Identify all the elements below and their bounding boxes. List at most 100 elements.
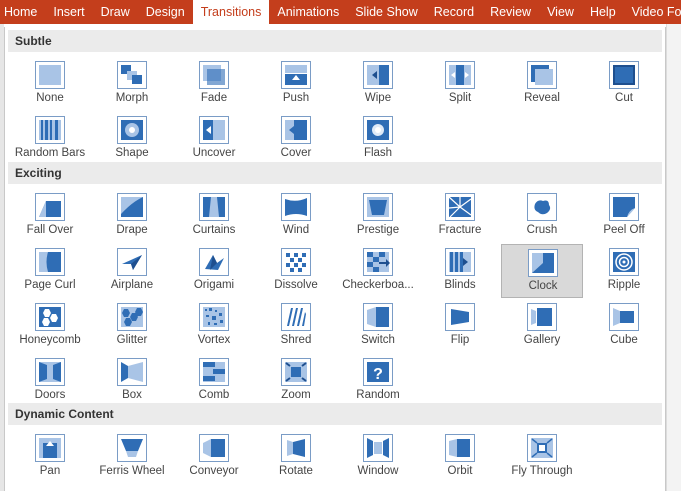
transition-airplane[interactable]: Airplane (91, 244, 173, 298)
fracture-icon (445, 193, 475, 221)
transition-label: Rotate (279, 465, 313, 477)
drape-icon (117, 193, 147, 221)
random-icon: ? (363, 358, 393, 386)
transition-page-curl[interactable]: Page Curl (9, 244, 91, 298)
ferris-wheel-icon (117, 434, 147, 462)
transition-clock[interactable]: Clock (501, 244, 583, 298)
ribbon-tab-view[interactable]: View (539, 0, 582, 24)
transition-wind[interactable]: Wind (255, 189, 337, 243)
transition-fly-through[interactable]: Fly Through (501, 430, 583, 484)
transition-blinds[interactable]: Blinds (419, 244, 501, 298)
transition-reveal[interactable]: Reveal (501, 57, 583, 111)
ribbon-tab-review[interactable]: Review (482, 0, 539, 24)
conveyor-icon (199, 434, 229, 462)
clock-icon (528, 249, 558, 277)
transition-random[interactable]: ? Random (337, 354, 419, 408)
transition-drape[interactable]: Drape (91, 189, 173, 243)
gallery-scrollbar[interactable] (666, 24, 681, 491)
blinds-icon (445, 248, 475, 276)
transition-ferris-wheel[interactable]: Ferris Wheel (91, 430, 173, 484)
transition-cut[interactable]: Cut (583, 57, 665, 111)
ribbon-tab-help[interactable]: Help (582, 0, 624, 24)
section-header-exciting: Exciting (8, 162, 662, 184)
transition-curtains[interactable]: Curtains (173, 189, 255, 243)
transition-label: Checkerboa... (342, 279, 414, 291)
transition-label: Conveyor (189, 465, 239, 477)
transition-pan[interactable]: Pan (9, 430, 91, 484)
origami-icon (199, 248, 229, 276)
push-icon (281, 61, 311, 89)
rotate-icon (281, 434, 311, 462)
transition-label: Comb (198, 389, 230, 401)
transition-label: Split (448, 92, 472, 104)
split-icon (445, 61, 475, 89)
transition-none[interactable]: None (9, 57, 91, 111)
ribbon-tab-slide-show[interactable]: Slide Show (347, 0, 426, 24)
transition-label: Box (122, 389, 142, 401)
transition-vortex[interactable]: Vortex (173, 299, 255, 353)
transition-peel-off[interactable]: Peel Off (583, 189, 665, 243)
transition-cube[interactable]: Cube (583, 299, 665, 353)
ribbon-tab-design[interactable]: Design (138, 0, 193, 24)
transition-random-bars[interactable]: Random Bars (9, 112, 91, 166)
transition-checkerboard[interactable]: Checkerboa... (337, 244, 419, 298)
transition-wipe[interactable]: Wipe (337, 57, 419, 111)
fade-icon (199, 61, 229, 89)
transition-label: Shape (115, 147, 149, 159)
transition-conveyor[interactable]: Conveyor (173, 430, 255, 484)
transition-shape[interactable]: Shape (91, 112, 173, 166)
transition-fracture[interactable]: Fracture (419, 189, 501, 243)
transition-label: Doors (34, 389, 66, 401)
transition-label: Drape (116, 224, 148, 236)
svg-text:?: ? (373, 366, 383, 383)
ribbon-tab-home[interactable]: Home (0, 0, 45, 24)
transition-rotate[interactable]: Rotate (255, 430, 337, 484)
transition-shred[interactable]: Shred (255, 299, 337, 353)
ribbon-tab-record[interactable]: Record (426, 0, 482, 24)
transition-prestige[interactable]: Prestige (337, 189, 419, 243)
ribbon-tab-insert[interactable]: Insert (45, 0, 92, 24)
transition-window[interactable]: Window (337, 430, 419, 484)
transition-label: Random (356, 389, 400, 401)
transition-label: Curtains (192, 224, 236, 236)
vortex-icon (199, 303, 229, 331)
transition-flip[interactable]: Flip (419, 299, 501, 353)
transition-comb[interactable]: Comb (173, 354, 255, 408)
transition-zoom[interactable]: Zoom (255, 354, 337, 408)
transition-ripple[interactable]: Ripple (583, 244, 665, 298)
transition-label: Ripple (607, 279, 641, 291)
transition-box[interactable]: Box (91, 354, 173, 408)
cube-icon (609, 303, 639, 331)
transitions-gallery: Subtle None Morph Fade Push Wipe Split Reveal Cu… (4, 27, 666, 491)
transition-orbit[interactable]: Orbit (419, 430, 501, 484)
ribbon-tab-transitions[interactable]: Transitions (192, 0, 270, 24)
ribbon-tab-video-forma[interactable]: Video Forma (624, 0, 681, 24)
transition-glitter[interactable]: Glitter (91, 299, 173, 353)
transition-switch[interactable]: Switch (337, 299, 419, 353)
transition-label: Push (282, 92, 310, 104)
transition-label: Flip (450, 334, 470, 346)
transition-push[interactable]: Push (255, 57, 337, 111)
transition-fade[interactable]: Fade (173, 57, 255, 111)
ribbon-tab-animations[interactable]: Animations (269, 0, 347, 24)
transition-morph[interactable]: Morph (91, 57, 173, 111)
transition-label: Wind (282, 224, 310, 236)
transition-label: Airplane (110, 279, 154, 291)
transition-fall-over[interactable]: Fall Over (9, 189, 91, 243)
transition-cover[interactable]: Cover (255, 112, 337, 166)
transition-crush[interactable]: Crush (501, 189, 583, 243)
none-icon (35, 61, 65, 89)
transition-uncover[interactable]: Uncover (173, 112, 255, 166)
transition-origami[interactable]: Origami (173, 244, 255, 298)
transition-flash[interactable]: Flash (337, 112, 419, 166)
transition-label: Wipe (364, 92, 392, 104)
zoom-icon (281, 358, 311, 386)
transition-dissolve[interactable]: Dissolve (255, 244, 337, 298)
transition-split[interactable]: Split (419, 57, 501, 111)
transition-doors[interactable]: Doors (9, 354, 91, 408)
transition-label: Glitter (116, 334, 148, 346)
transition-label: Dissolve (274, 279, 318, 291)
ribbon-tab-draw[interactable]: Draw (93, 0, 138, 24)
transition-honeycomb[interactable]: Honeycomb (9, 299, 91, 353)
transition-gallery[interactable]: Gallery (501, 299, 583, 353)
